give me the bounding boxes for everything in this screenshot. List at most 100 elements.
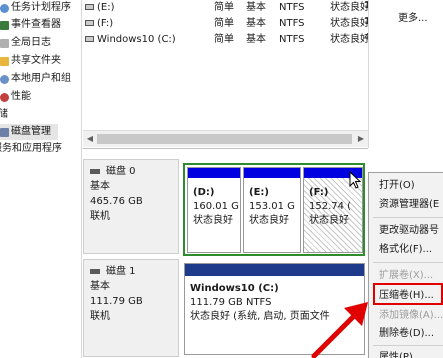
partition-size: 160.01 G bbox=[193, 201, 239, 212]
disk-1-title: 磁盘 1 bbox=[90, 264, 172, 279]
tree-item-label: 存储 bbox=[0, 109, 8, 120]
horizontal-scrollbar[interactable]: ◀ ▶ bbox=[83, 130, 368, 147]
shrink-volume-highlight bbox=[373, 283, 443, 305]
partition-name: (D:) bbox=[193, 187, 215, 198]
event-viewer-icon bbox=[0, 20, 9, 30]
disk-0-title: 磁盘 0 bbox=[90, 164, 172, 179]
partition-size: 152.74 ( bbox=[309, 201, 352, 212]
volume-name-cell: (F:) bbox=[83, 16, 113, 32]
volume-type: 基本 bbox=[246, 34, 266, 45]
disk-0-partitions: (D:) 160.01 G 状态良好 (E:) 153.01 G 状态良好 (F… bbox=[183, 163, 365, 256]
tree-item-local-users[interactable]: 本地用户和组 bbox=[0, 71, 71, 87]
disk-name: 磁盘 0 bbox=[106, 166, 136, 177]
menu-separator bbox=[373, 345, 443, 346]
volume-name: Windows10 (C:) bbox=[97, 34, 176, 45]
volume-fs: NTFS bbox=[279, 18, 305, 29]
partition-size: 153.01 G bbox=[249, 201, 295, 212]
tree-item-label: 服务和应用程序 bbox=[0, 143, 62, 154]
tree-item-task-scheduler[interactable]: 任务计划程序 bbox=[0, 0, 71, 16]
menu-item-add-mirror: 添加镜像(A)... bbox=[379, 310, 443, 321]
partition-e[interactable]: (E:) 153.01 G 状态良好 bbox=[243, 167, 301, 253]
tree-item-global-log[interactable]: 全局日志 bbox=[0, 35, 51, 51]
partition-bar bbox=[188, 168, 240, 178]
tree-item-event-viewer[interactable]: 事件查看器 bbox=[0, 17, 61, 33]
volume-icon bbox=[85, 20, 94, 26]
volume-layout: 简单 bbox=[214, 2, 234, 13]
menu-separator bbox=[373, 262, 443, 263]
tree-item-performance[interactable]: 性能 bbox=[0, 89, 31, 105]
partition-text: Windows10 (C:) 111.79 GB NTFS 状态良好 (系统, … bbox=[190, 282, 330, 324]
disk-icon bbox=[90, 269, 100, 274]
disk-size: 465.76 GB bbox=[90, 196, 143, 207]
users-icon bbox=[0, 74, 9, 84]
tree-item-label: 事件查看器 bbox=[11, 19, 61, 30]
scroll-right-icon[interactable]: ▶ bbox=[356, 134, 366, 144]
partition-status: 状态良好 (系统, 启动, 页面文件 bbox=[190, 311, 330, 322]
actions-panel: 更多... bbox=[368, 0, 443, 148]
volume-name: (F:) bbox=[97, 18, 114, 29]
disk-icon bbox=[90, 169, 100, 174]
disk-management-window: 任务计划程序 事件查看器 全局日志 共享文件夹 本地用户和组 性能 存储 磁盘管… bbox=[0, 0, 443, 358]
volume-name-cell: (E:) bbox=[83, 0, 115, 16]
partition-bar bbox=[244, 168, 300, 178]
menu-item-properties[interactable]: 属性(P) bbox=[379, 349, 413, 358]
scroll-left-icon[interactable]: ◀ bbox=[85, 134, 95, 144]
volume-row[interactable]: Windows10 (C:) 简单 基本 NTFS 状态良好 (系 bbox=[83, 32, 387, 48]
partition-text: (F:) 152.74 ( 状态良好 bbox=[309, 186, 351, 228]
volume-row[interactable]: (F:) 简单 基本 NTFS 状态良好 (逻 bbox=[83, 16, 387, 32]
tree-item-storage[interactable]: 存储 bbox=[0, 107, 8, 123]
disk-state: 联机 bbox=[90, 211, 110, 222]
tree-item-label: 磁盘管理 bbox=[11, 126, 51, 137]
partition-status: 状态良好 bbox=[309, 215, 349, 226]
folder-icon bbox=[0, 56, 9, 66]
volume-type: 基本 bbox=[246, 2, 266, 13]
console-tree: 任务计划程序 事件查看器 全局日志 共享文件夹 本地用户和组 性能 存储 磁盘管… bbox=[0, 0, 82, 358]
volume-fs: NTFS bbox=[279, 2, 305, 13]
context-menu: 打开(O) 资源管理器(E 更改驱动器号 格式化(F)... 扩展卷(X)...… bbox=[368, 172, 443, 358]
more-actions-link[interactable]: 更多... bbox=[398, 9, 428, 24]
clock-icon bbox=[0, 3, 9, 13]
volume-list: (E:) 简单 基本 NTFS 状态良好 (逻 (F:) 简单 基本 NTFS … bbox=[83, 0, 387, 148]
disk-management-icon bbox=[0, 127, 9, 137]
partition-name: Windows10 (C:) bbox=[190, 283, 279, 294]
partition-status: 状态良好 bbox=[249, 215, 289, 226]
disk-0-info[interactable]: 磁盘 0 基本 465.76 GB 联机 bbox=[83, 159, 179, 254]
volume-layout: 简单 bbox=[214, 34, 234, 45]
tree-item-disk-management[interactable]: 磁盘管理 bbox=[0, 124, 58, 140]
disk-1-info[interactable]: 磁盘 1 基本 111.79 GB 联机 bbox=[83, 259, 179, 357]
partition-text: (E:) 153.01 G 状态良好 bbox=[249, 186, 295, 228]
volume-fs: NTFS bbox=[279, 34, 305, 45]
menu-separator bbox=[373, 217, 443, 218]
partition-size: 111.79 GB NTFS bbox=[190, 297, 272, 308]
partition-bar bbox=[185, 264, 364, 276]
tree-item-label: 性能 bbox=[11, 91, 31, 102]
tree-item-label: 全局日志 bbox=[11, 37, 51, 48]
volume-name: (E:) bbox=[97, 2, 115, 13]
volume-name-cell: Windows10 (C:) bbox=[83, 32, 176, 48]
volume-icon bbox=[85, 4, 94, 10]
performance-icon bbox=[0, 92, 9, 102]
partition-status: 状态良好 bbox=[193, 215, 233, 226]
scrollbar-thumb[interactable] bbox=[97, 134, 352, 144]
menu-item-delete-volume[interactable]: 删除卷(D)... bbox=[379, 325, 434, 342]
red-arrow-icon bbox=[311, 302, 368, 358]
partition-text: (D:) 160.01 G 状态良好 bbox=[193, 186, 239, 228]
disk-type: 基本 bbox=[90, 281, 110, 292]
tree-item-services-apps[interactable]: 服务和应用程序 bbox=[0, 141, 62, 157]
mouse-cursor-icon bbox=[349, 171, 361, 189]
menu-item-change-drive-letter[interactable]: 更改驱动器号 bbox=[379, 222, 439, 239]
tree-item-shared-folders[interactable]: 共享文件夹 bbox=[0, 53, 61, 69]
partition-d[interactable]: (D:) 160.01 G 状态良好 bbox=[187, 167, 241, 253]
volume-icon bbox=[85, 36, 94, 42]
menu-item-format[interactable]: 格式化(F)... bbox=[379, 241, 432, 258]
volume-row[interactable]: (E:) 简单 基本 NTFS 状态良好 (逻 bbox=[83, 0, 387, 16]
disk-size: 111.79 GB bbox=[90, 296, 143, 307]
tree-item-label: 任务计划程序 bbox=[11, 2, 71, 13]
disk-name: 磁盘 1 bbox=[106, 266, 136, 277]
volume-type: 基本 bbox=[246, 18, 266, 29]
disk-state: 联机 bbox=[90, 311, 110, 322]
menu-item-open[interactable]: 打开(O) bbox=[379, 177, 415, 194]
tree-item-label: 本地用户和组 bbox=[11, 73, 71, 84]
volume-layout: 简单 bbox=[214, 18, 234, 29]
menu-item-explorer[interactable]: 资源管理器(E bbox=[379, 196, 439, 213]
